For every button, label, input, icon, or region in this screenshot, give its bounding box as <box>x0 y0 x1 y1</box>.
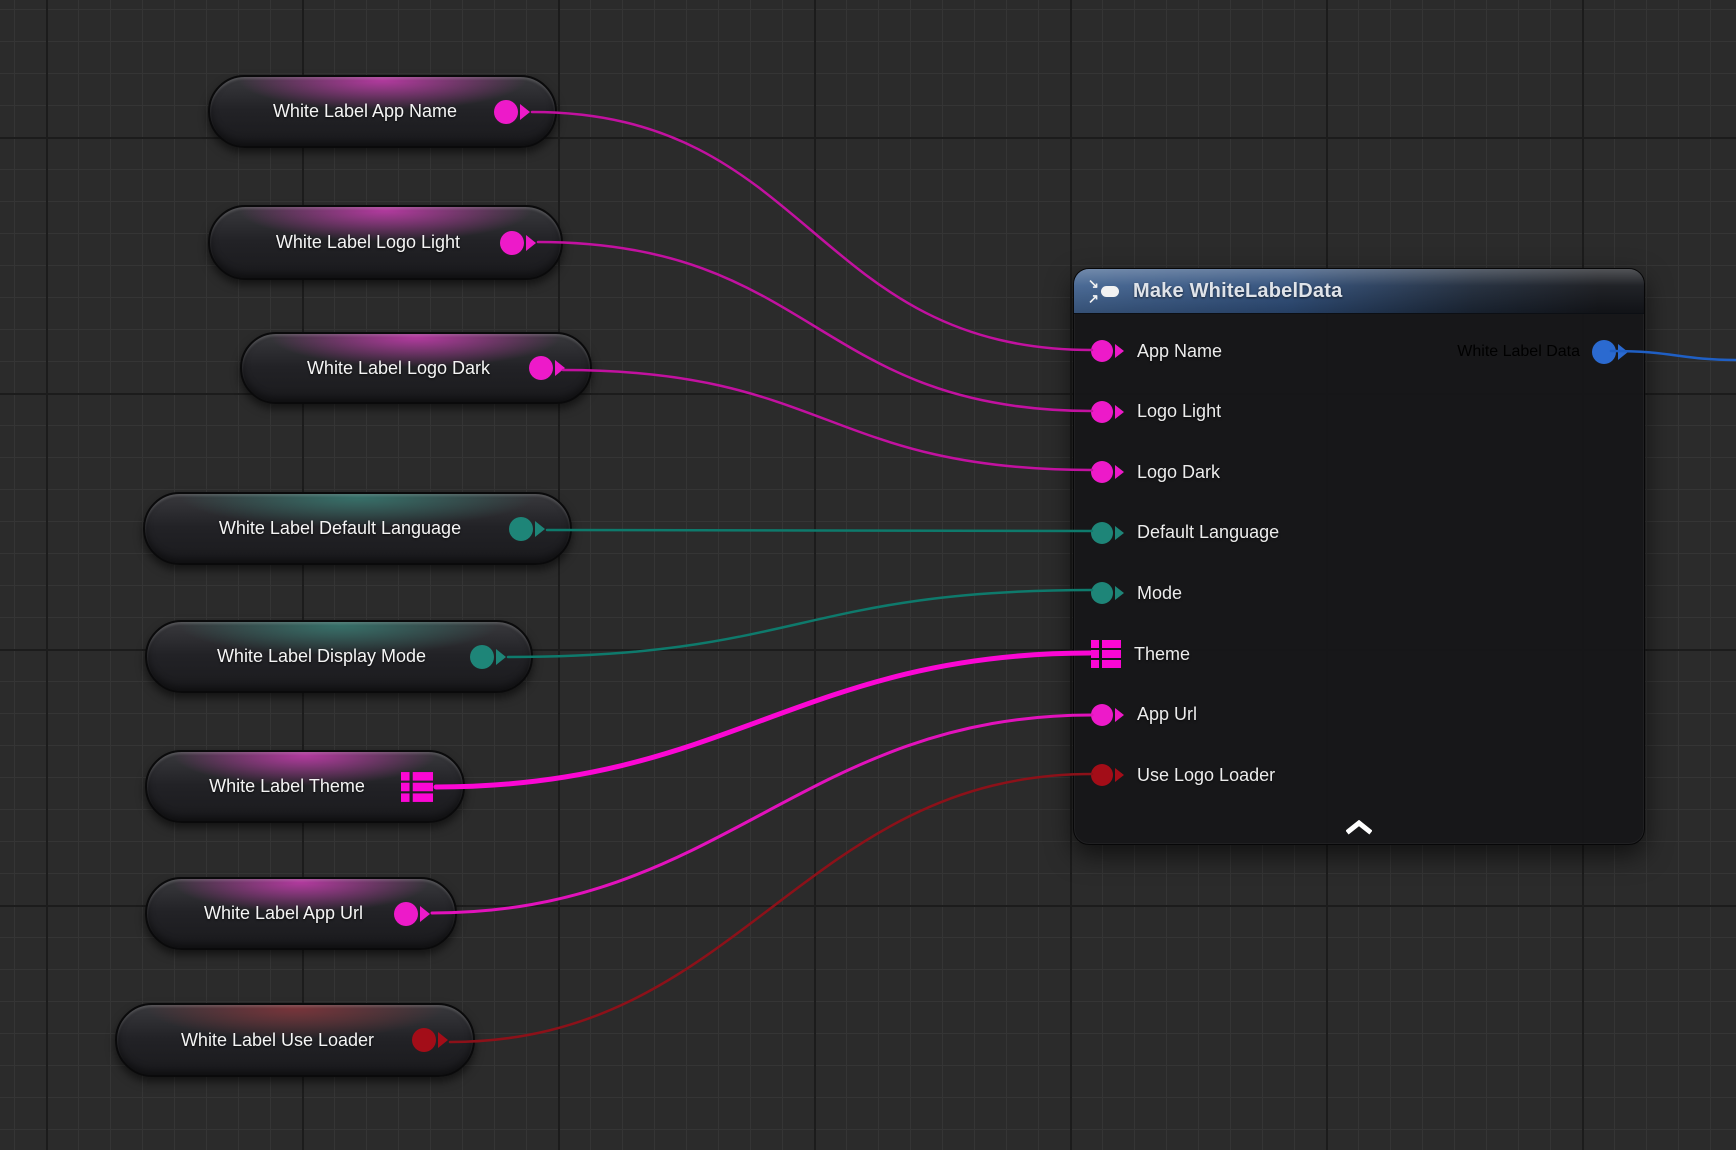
input-pin-label: Mode <box>1137 583 1182 604</box>
node-title: Make WhiteLabelData <box>1133 280 1342 303</box>
make-struct-icon: ↘ ↗ <box>1088 276 1122 306</box>
input-pin-label: Use Logo Loader <box>1137 765 1275 786</box>
pin-arrow-tip <box>1115 768 1124 782</box>
pin-circle <box>1091 340 1113 362</box>
pin-arrow-tip <box>1115 586 1124 600</box>
input-pin-label: Default Language <box>1137 522 1279 543</box>
data-pin[interactable] <box>1091 401 1124 423</box>
data-pin[interactable] <box>1091 704 1124 726</box>
pin-circle <box>1091 461 1113 483</box>
input-pin-label: Theme <box>1134 644 1190 665</box>
pin-circle <box>1091 764 1113 786</box>
input-pin-label: Logo Dark <box>1137 462 1220 483</box>
input-pin-row-logo-dark: Logo Dark <box>1091 452 1220 492</box>
make-whitelabeldata-node[interactable]: ↘ ↗ Make WhiteLabelData App Name Logo Lig… <box>1073 268 1645 845</box>
input-pin-label: Logo Light <box>1137 401 1221 422</box>
data-pin[interactable] <box>1091 340 1124 362</box>
input-pin-row-theme: Theme <box>1091 634 1190 674</box>
input-pin-row-app-url: App Url <box>1091 695 1197 735</box>
collapse-node-button[interactable] <box>1344 818 1374 836</box>
pin-circle <box>1091 401 1113 423</box>
input-pin-label: App Name <box>1137 341 1222 362</box>
pin-circle <box>1091 522 1113 544</box>
data-pin[interactable] <box>1091 522 1124 544</box>
pin-arrow-tip <box>1115 465 1124 479</box>
pin-arrow-tip <box>1115 405 1124 419</box>
pin-circle <box>1091 582 1113 604</box>
chevron-up-icon <box>1346 820 1372 835</box>
input-pin-row-default-language: Default Language <box>1091 513 1279 553</box>
struct-node-layer: ↘ ↗ Make WhiteLabelData App Name Logo Lig… <box>0 0 1736 1150</box>
struct-pin[interactable] <box>1091 639 1121 669</box>
blueprint-graph-canvas[interactable]: White Label App NameWhite Label Logo Lig… <box>0 0 1736 1150</box>
wire-3[interactable] <box>547 530 1092 531</box>
pin-circle <box>1091 704 1113 726</box>
pin-arrow-tip <box>1115 526 1124 540</box>
output-pin-label: White Label Data <box>1457 343 1580 361</box>
input-pin-row-use-logo-loader: Use Logo Loader <box>1091 755 1275 795</box>
input-pin-label: App Url <box>1137 704 1197 725</box>
input-pin-row-app-name: App Name <box>1091 331 1222 371</box>
node-header[interactable]: ↘ ↗ Make WhiteLabelData <box>1074 269 1644 314</box>
input-pin-row-logo-light: Logo Light <box>1091 392 1221 432</box>
pin-arrow-tip <box>1115 708 1124 722</box>
output-pin-row: White Label Data <box>1457 332 1628 372</box>
data-pin[interactable] <box>1091 764 1124 786</box>
data-pin[interactable] <box>1091 461 1124 483</box>
struct-pin-icon <box>1091 639 1121 669</box>
data-pin[interactable] <box>1091 582 1124 604</box>
input-pin-row-mode: Mode <box>1091 573 1182 613</box>
pin-arrow-tip <box>1115 344 1124 358</box>
